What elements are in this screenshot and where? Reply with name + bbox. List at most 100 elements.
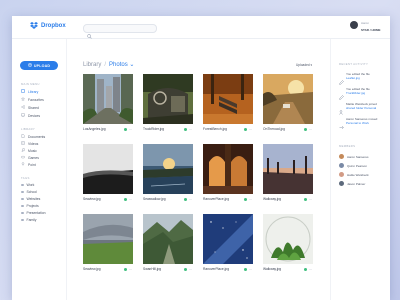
right-panel: RECENT ACTIVITY You edited the file Leaf… [330, 39, 390, 300]
avatar [339, 154, 344, 159]
photo-card[interactable]: RanoverPlace.jpg ⋯ [203, 144, 253, 210]
sidebar-item-videos[interactable]: Videos [21, 141, 38, 146]
activity-file-link[interactable]: shared folder Personal [346, 106, 376, 110]
tag-item-projects[interactable]: Projects [21, 204, 39, 208]
tag-label: Presentation [26, 211, 46, 215]
photo-thumbnail[interactable] [83, 214, 133, 264]
file-caption: Walkway.jpg ⋯ [263, 267, 313, 272]
sidebar-item-documents[interactable]: Documents [21, 134, 45, 139]
sidebar-item-music[interactable]: Music [21, 148, 37, 153]
synced-check-icon [124, 127, 127, 131]
member-item[interactable]: Hattie Weisbeck [339, 172, 369, 177]
device-icon [21, 113, 25, 118]
more-icon[interactable]: ⋯ [249, 127, 252, 131]
move-icon [339, 117, 344, 135]
file-caption: Walkway.jpg ⋯ [263, 197, 313, 202]
file-name: RanoverPlace.jpg [203, 267, 230, 271]
photo-thumbnail[interactable] [203, 144, 253, 194]
file-caption: SwanHill.jpg ⋯ [143, 267, 193, 272]
tag-item-work[interactable]: Work [21, 183, 34, 187]
file-caption: ForestBench.jpg ⋯ [203, 127, 253, 132]
sort-label: Uploaded [296, 63, 310, 67]
tag-item-presentation[interactable]: Presentation [21, 211, 46, 215]
photo-card[interactable]: ForestBench.jpg ⋯ [203, 74, 253, 140]
photo-card[interactable]: Seaview.jpg ⋯ [83, 214, 133, 280]
sort-dropdown[interactable]: Uploaded ▾ [296, 63, 312, 67]
file-caption: Seaswallow.jpg ⋯ [143, 197, 193, 202]
more-icon[interactable]: ⋯ [189, 267, 192, 271]
search-input[interactable] [94, 25, 152, 32]
synced-check-icon [304, 127, 307, 131]
photo-card[interactable]: TruckRider.jpg ⋯ [143, 74, 193, 140]
breadcrumb-photos[interactable]: Photos [109, 62, 128, 68]
more-icon[interactable]: ⋯ [189, 127, 192, 131]
member-name: Jason Palmer [347, 181, 366, 186]
avatar [339, 172, 344, 177]
photo-card[interactable]: Walkway.jpg ⋯ [263, 214, 313, 280]
member-item[interactable]: Quinn Pearson [339, 163, 367, 168]
activity-file-link[interactable]: Leaflet.jpg [346, 76, 360, 80]
more-icon[interactable]: ⋯ [129, 127, 132, 131]
chevron-down-icon[interactable]: ⌄ [128, 62, 134, 68]
photo-thumbnail[interactable] [143, 214, 193, 264]
member-item[interactable]: Jason Palmer [339, 181, 365, 186]
file-caption: TruckRider.jpg ⋯ [143, 127, 193, 132]
photo-thumbnail[interactable] [143, 144, 193, 194]
photo-card[interactable]: Seaswallow.jpg ⋯ [143, 144, 193, 210]
tag-icon [21, 211, 24, 215]
sidebar-item-favourites[interactable]: Favourites [21, 97, 44, 102]
synced-check-icon [184, 267, 187, 271]
tag-item-family[interactable]: Family [21, 218, 36, 222]
search-box[interactable] [83, 24, 157, 39]
photo-card[interactable]: SwanHill.jpg ⋯ [143, 214, 193, 280]
member-item[interactable]: Aaron Sanseres [339, 154, 369, 159]
photo-thumbnail[interactable] [83, 144, 133, 194]
photo-thumbnail[interactable] [203, 214, 253, 264]
photo-thumbnail[interactable] [263, 144, 313, 194]
logo[interactable]: Dropbox [30, 22, 66, 29]
upload-label: UPLOAD [33, 63, 51, 68]
more-icon[interactable]: ⋯ [249, 197, 252, 201]
photo-card[interactable]: RanoverPlace.jpg ⋯ [203, 214, 253, 280]
photo-thumbnail[interactable] [263, 74, 313, 124]
tag-item-school[interactable]: School [21, 190, 37, 194]
more-icon[interactable]: ⋯ [189, 197, 192, 201]
upload-button[interactable]: UPLOAD [20, 61, 58, 70]
sidebar-item-devices[interactable]: Devices [21, 113, 40, 118]
file-name: Seaswallow.jpg [143, 197, 166, 201]
synced-check-icon [124, 197, 127, 201]
sidebar-item-shared[interactable]: Shared [21, 105, 39, 110]
member-name: Hattie Weisbeck [347, 172, 369, 177]
sidebar-item-point[interactable]: Point [21, 162, 36, 167]
file-name: Seaview.jpg [83, 267, 101, 271]
activity-file-link[interactable]: Personal to Work [346, 121, 369, 125]
tag-icon [21, 218, 24, 222]
more-icon[interactable]: ⋯ [309, 197, 312, 201]
photo-thumbnail[interactable] [83, 74, 133, 124]
photo-card[interactable]: OnTheroad.jpg ⋯ [263, 74, 313, 140]
breadcrumb-library[interactable]: Library [83, 62, 101, 68]
synced-check-icon [184, 127, 187, 131]
activity-file-link[interactable]: TruckRider.jpg [346, 91, 365, 95]
sidebar-item-library[interactable]: Library [21, 89, 38, 94]
photo-card[interactable]: LosAngeles.jpg ⋯ [83, 74, 133, 140]
photo-thumbnail[interactable] [263, 214, 313, 264]
tag-label: Family [26, 218, 37, 222]
more-icon[interactable]: ⋯ [129, 267, 132, 271]
more-icon[interactable]: ⋯ [309, 127, 312, 131]
sidebar-item-label: Point [28, 162, 36, 167]
sidebar-item-games[interactable]: Games [21, 155, 39, 160]
tag-icon [21, 204, 24, 208]
file-caption: RanoverPlace.jpg ⋯ [203, 267, 253, 272]
more-icon[interactable]: ⋯ [309, 267, 312, 271]
app-window: Dropbox Aaron STAR / HOME UPLOAD MAIN ME… [12, 16, 390, 300]
photo-thumbnail[interactable] [143, 74, 193, 124]
photo-card[interactable]: Seaview.jpg ⋯ [83, 144, 133, 210]
more-icon[interactable]: ⋯ [129, 197, 132, 201]
avatar[interactable] [350, 21, 358, 29]
more-icon[interactable]: ⋯ [249, 267, 252, 271]
top-bar: Dropbox Aaron STAR / HOME [12, 16, 390, 39]
tag-item-websites[interactable]: Websites [21, 197, 40, 201]
photo-thumbnail[interactable] [203, 74, 253, 124]
photo-card[interactable]: Walkway.jpg ⋯ [263, 144, 313, 210]
